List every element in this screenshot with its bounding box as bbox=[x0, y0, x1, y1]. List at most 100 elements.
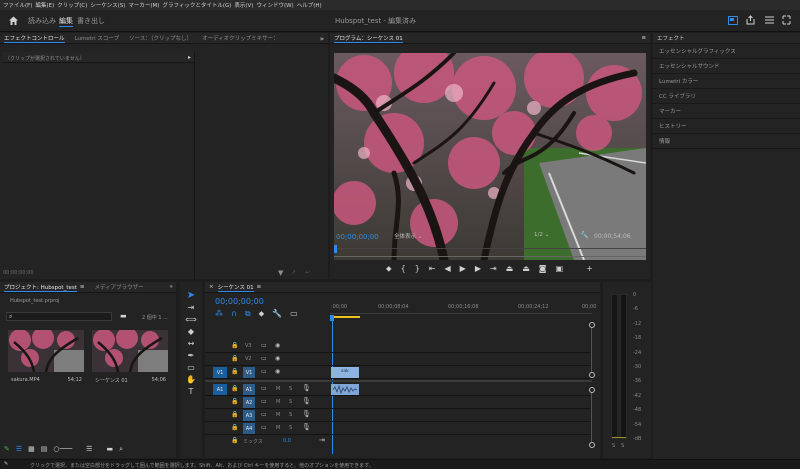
solo-button[interactable]: S bbox=[289, 386, 292, 392]
v-scrollbar[interactable] bbox=[591, 328, 592, 372]
snap-icon[interactable]: ∩ bbox=[231, 310, 237, 318]
slip-tool-icon[interactable]: ↔ bbox=[188, 340, 195, 348]
tab-edit[interactable]: 編集 bbox=[59, 16, 73, 27]
menu-marker[interactable]: マーカー(M) bbox=[128, 1, 159, 9]
menu-graphics[interactable]: グラフィックとタイトル(G) bbox=[162, 1, 231, 9]
lock-icon[interactable]: 🔒 bbox=[231, 424, 238, 431]
step-back-icon[interactable]: ◀ bbox=[445, 265, 451, 273]
tab-import[interactable]: 読み込み bbox=[28, 16, 56, 26]
hamburger-menu-icon[interactable] bbox=[765, 16, 774, 24]
razor-tool-icon[interactable]: ◆ bbox=[188, 328, 194, 336]
more-panels-icon[interactable]: » bbox=[320, 35, 324, 43]
track-target-a3[interactable]: A3 bbox=[243, 410, 255, 421]
zoom-bar[interactable] bbox=[334, 254, 646, 258]
menu-file[interactable]: ファイル(F) bbox=[3, 1, 32, 9]
eye-icon[interactable]: ◉ bbox=[275, 342, 280, 349]
project-search-input[interactable]: ⌕ bbox=[6, 312, 112, 321]
menu-sequence[interactable]: シーケンス(S) bbox=[90, 1, 125, 9]
linked-select-icon[interactable]: ⧉ bbox=[245, 310, 251, 318]
scrub-track[interactable] bbox=[334, 248, 646, 249]
fit-dropdown[interactable]: 全体表示 ⌄ bbox=[394, 232, 422, 240]
mic-icon[interactable]: 🎙 bbox=[302, 423, 311, 431]
captions-icon[interactable]: ▭ bbox=[290, 310, 298, 318]
effects-item-history[interactable]: ヒストリー bbox=[653, 119, 800, 134]
track-target-a1[interactable]: A1 bbox=[243, 384, 255, 395]
mic-icon[interactable]: 🎙 bbox=[302, 384, 311, 392]
camera-icon[interactable]: ◙ bbox=[539, 265, 547, 273]
effects-item-essential-sound[interactable]: エッセンシャルサウンド bbox=[653, 59, 800, 74]
extract-icon[interactable]: ⏏ bbox=[522, 265, 530, 273]
step-forward-icon[interactable]: ▶ bbox=[475, 265, 481, 273]
tab-media-browser[interactable]: メディアブラウザー bbox=[95, 283, 144, 291]
lock-icon[interactable]: 🔒 bbox=[231, 411, 238, 418]
effects-item-cc-libraries[interactable]: CC ライブラリ bbox=[653, 89, 800, 104]
playhead-marker[interactable] bbox=[334, 245, 337, 253]
lock-icon[interactable]: 🔒 bbox=[231, 437, 238, 444]
time-ruler[interactable]: :00;00 00;00;08;04 00;00;16;08 00;00;24;… bbox=[330, 302, 596, 314]
find-icon[interactable]: ⌕ bbox=[119, 445, 123, 454]
pencil-icon[interactable]: ✎ bbox=[4, 445, 10, 453]
sync-lock-icon[interactable]: ▭ bbox=[261, 385, 267, 392]
tab-project[interactable]: プロジェクト: Hubspot_test bbox=[4, 283, 77, 292]
effects-item-essential-graphics[interactable]: エッセンシャルグラフィックス bbox=[653, 44, 800, 59]
effects-item-info[interactable]: 情報 bbox=[653, 134, 800, 149]
ripple-edit-tool-icon[interactable]: ⟺ bbox=[185, 316, 196, 324]
new-bin-icon[interactable]: ▬ bbox=[106, 445, 113, 453]
solo-right-button[interactable]: S bbox=[621, 443, 624, 449]
tab-audio-clip-mixer[interactable]: オーディオクリップミキサー： bbox=[202, 34, 279, 42]
go-to-out-icon[interactable]: ⇥ bbox=[490, 265, 497, 273]
mark-out-icon[interactable]: } bbox=[415, 265, 420, 273]
audio-clip[interactable] bbox=[331, 384, 359, 395]
tab-effect-controls[interactable]: エフェクトコントロール bbox=[4, 34, 65, 43]
add-marker-icon[interactable]: ⬥ bbox=[259, 310, 265, 318]
pen-tool-icon[interactable]: ✒ bbox=[188, 352, 195, 360]
mic-icon[interactable]: 🎙 bbox=[302, 410, 311, 418]
v-scrollbar[interactable] bbox=[591, 393, 592, 442]
project-item[interactable]: sakura.MP4 54;12 bbox=[8, 327, 84, 388]
icon-view-icon[interactable]: ▦ bbox=[28, 445, 35, 453]
quick-export-icon[interactable] bbox=[728, 16, 738, 25]
lock-icon[interactable]: 🔒 bbox=[231, 355, 238, 362]
timeline-menu-icon[interactable]: ≡ bbox=[257, 284, 262, 290]
filter-icon[interactable]: ▼ bbox=[278, 269, 283, 277]
mix-value[interactable]: 0.0 bbox=[283, 438, 291, 444]
quality-dropdown[interactable]: 1/2 ⌄ bbox=[534, 232, 549, 238]
video-clip[interactable]: sak bbox=[331, 367, 359, 378]
mic-icon[interactable]: 🎙 bbox=[302, 397, 311, 405]
marker-icon[interactable]: ⬥ bbox=[386, 265, 392, 273]
list-view-icon[interactable]: ☰ bbox=[16, 445, 22, 453]
project-item[interactable]: シーケンス 01 54;06 bbox=[92, 327, 168, 388]
go-to-in-icon[interactable]: ⇤ bbox=[429, 265, 436, 273]
expand-icon[interactable] bbox=[782, 15, 791, 25]
track-target-a4[interactable]: A4 bbox=[243, 423, 255, 434]
sync-lock-icon[interactable]: ▭ bbox=[261, 342, 267, 349]
lock-icon[interactable]: 🔒 bbox=[231, 368, 238, 375]
sort-icon[interactable]: ☰ bbox=[86, 445, 92, 453]
export-frame-icon[interactable]: ↗ bbox=[291, 269, 296, 276]
freeform-view-icon[interactable]: ▤ bbox=[41, 445, 48, 453]
sync-lock-icon[interactable]: ▭ bbox=[261, 355, 267, 362]
scroll-handle[interactable] bbox=[589, 387, 595, 393]
tab-lumetri-scopes[interactable]: Lumetri スコープ bbox=[75, 34, 120, 42]
solo-button[interactable]: S bbox=[289, 399, 292, 405]
return-icon[interactable]: ↩ bbox=[305, 269, 310, 276]
lock-icon[interactable]: 🔒 bbox=[231, 385, 238, 392]
mute-button[interactable]: M bbox=[276, 399, 280, 405]
source-patch-v1[interactable]: V1 bbox=[213, 367, 227, 378]
effects-item-markers[interactable]: マーカー bbox=[653, 104, 800, 119]
lock-icon[interactable]: 🔒 bbox=[231, 342, 238, 349]
zoom-slider[interactable]: ○─── bbox=[53, 445, 72, 453]
eye-icon[interactable]: ◉ bbox=[275, 355, 280, 362]
solo-button[interactable]: S bbox=[289, 412, 292, 418]
solo-button[interactable]: S bbox=[289, 425, 292, 431]
lock-icon[interactable]: 🔒 bbox=[231, 398, 238, 405]
program-menu-icon[interactable]: ≡ bbox=[641, 35, 646, 41]
project-more-icon[interactable]: » bbox=[170, 284, 173, 290]
wrench-icon[interactable]: 🔧 bbox=[580, 231, 589, 239]
home-icon[interactable] bbox=[8, 15, 19, 26]
selection-tool-icon[interactable]: ➤ bbox=[187, 291, 195, 301]
sequence-tab[interactable]: シーケンス 01 bbox=[217, 283, 254, 292]
menu-view[interactable]: 表示(V) bbox=[234, 1, 253, 9]
rectangle-tool-icon[interactable]: ▭ bbox=[187, 364, 195, 372]
mute-button[interactable]: M bbox=[276, 386, 280, 392]
